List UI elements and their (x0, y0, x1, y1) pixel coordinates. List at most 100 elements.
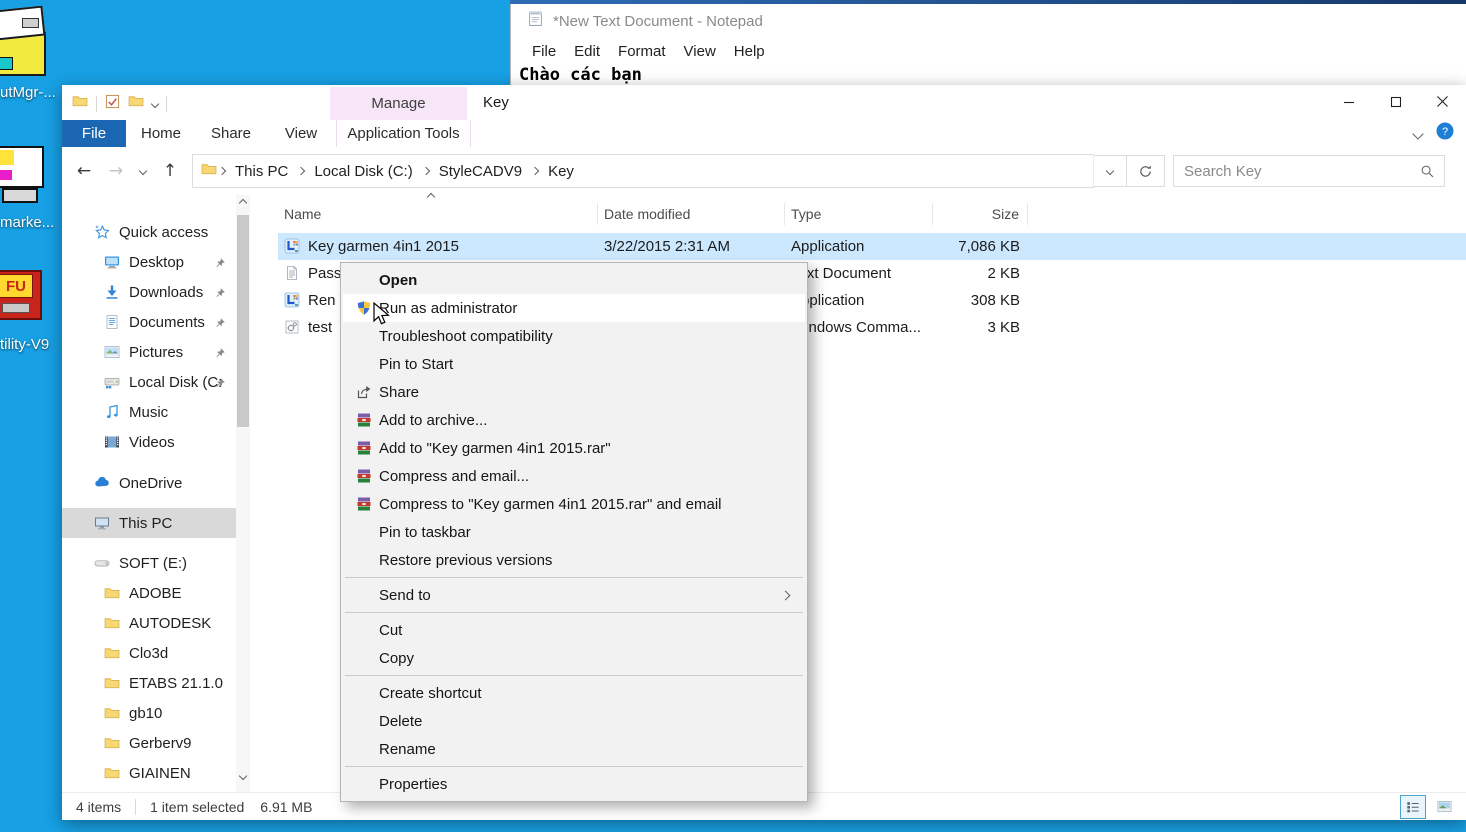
desktop-icon-marke[interactable]: marke... (0, 146, 54, 231)
file-row-key-garmen-4in1-2015[interactable]: Key garmen 4in1 2015 3/22/2015 2:31 AM App… (278, 233, 1466, 260)
video-icon (104, 434, 120, 450)
context-menu-item-open[interactable]: Open (343, 266, 805, 294)
breadcrumb-chevron-icon[interactable] (217, 166, 227, 176)
qat-checkbox-icon[interactable] (105, 94, 120, 114)
file-name: test (308, 319, 333, 336)
sidebar-item-gerberv9[interactable]: Gerberv9 (62, 728, 236, 758)
qat-folder-icon[interactable] (72, 93, 88, 114)
context-menu-item-share[interactable]: Share (343, 378, 805, 406)
sidebar-item-quick-access[interactable]: Quick access (62, 217, 236, 247)
back-arrow-icon[interactable]: ← (68, 161, 100, 181)
desktop-icon-tility-v9[interactable]: FU tility-V9 (0, 270, 49, 353)
recent-dropdown-chevron-icon[interactable] (138, 166, 148, 176)
context-menu-item-delete[interactable]: Delete (343, 707, 805, 735)
sidebar-item-local-disk-c[interactable]: Local Disk (C: (62, 367, 236, 397)
context-menu-item-rename[interactable]: Rename (343, 735, 805, 763)
sidebar-item-adobe[interactable]: ADOBE (62, 578, 236, 608)
context-menu-item-send-to[interactable]: Send to (343, 581, 805, 609)
scrollbar-thumb[interactable] (237, 215, 249, 427)
sidebar-item-giainen[interactable]: GIAINEN (62, 758, 236, 788)
breadcrumb-item-stylecadv9[interactable]: StyleCADV9 (431, 163, 530, 180)
breadcrumb-chevron-icon[interactable] (530, 166, 540, 176)
tab-file[interactable]: File (62, 120, 126, 147)
notepad-menu-edit[interactable]: Edit (565, 41, 609, 62)
expand-ribbon-chevron-icon[interactable] (1412, 127, 1424, 140)
sidebar-item-music[interactable]: Music (62, 397, 236, 427)
customize-dropdown-icon[interactable] (150, 99, 160, 108)
notepad-text[interactable]: Chào các bạn (511, 64, 1466, 85)
tab-view[interactable]: View (266, 120, 336, 147)
context-menu-item-create-shortcut[interactable]: Create shortcut (343, 679, 805, 707)
context-menu-item-add-to-archive[interactable]: Add to archive... (343, 406, 805, 434)
context-menu-item-run-as-administrator[interactable]: Run as administrator (343, 294, 805, 322)
sidebar-scrollbar[interactable] (236, 195, 250, 793)
column-header-name[interactable]: Name (278, 192, 598, 225)
column-header-date-modified[interactable]: Date modified (598, 203, 785, 225)
tab-home[interactable]: Home (126, 120, 196, 147)
context-menu-item-pin-to-start[interactable]: Pin to Start (343, 350, 805, 378)
context-menu-item-properties[interactable]: Properties (343, 770, 805, 798)
scrollbar-up-icon[interactable] (236, 195, 250, 211)
menu-separator (345, 766, 803, 767)
column-header-type[interactable]: Type (785, 203, 933, 225)
sidebar-item-this-pc[interactable]: This PC (62, 508, 236, 538)
ribbon-tabs: File Home Share View Application Tools (62, 120, 471, 147)
tab-application-tools[interactable]: Application Tools (336, 120, 471, 147)
scrollbar-down-icon[interactable] (236, 771, 250, 781)
explorer-titlebar[interactable]: Manage Key (62, 85, 1466, 120)
context-menu-item-compress-to-key-garmen-4in1-2015-rar-and-email[interactable]: Compress to "Key garmen 4in1 2015.rar" a… (343, 490, 805, 518)
help-icon[interactable]: ? (1436, 122, 1454, 145)
breadcrumb-chevron-icon[interactable] (421, 166, 430, 176)
folder-icon (104, 705, 120, 721)
notepad-menu-help[interactable]: Help (725, 41, 774, 62)
sidebar-item-clo3d[interactable]: Clo3d (62, 638, 236, 668)
context-menu-item-cut[interactable]: Cut (343, 616, 805, 644)
breadcrumb-item-this-pc[interactable]: This PC (227, 163, 296, 180)
breadcrumb-chevron-icon[interactable] (297, 166, 306, 176)
sidebar-item-gb10[interactable]: gb10 (62, 698, 236, 728)
maximize-button[interactable] (1372, 85, 1419, 118)
context-menu-item-compress-and-email[interactable]: Compress and email... (343, 462, 805, 490)
sidebar-item-pictures[interactable]: Pictures (62, 337, 236, 367)
column-header-size[interactable]: Size (933, 203, 1028, 225)
context-menu-item-restore-previous-versions[interactable]: Restore previous versions (343, 546, 805, 574)
sidebar-item-onedrive[interactable]: OneDrive (62, 468, 236, 498)
details-view-button[interactable] (1400, 794, 1426, 819)
qat-folder-icon[interactable] (128, 93, 144, 114)
menu-icon-gutter (351, 271, 377, 289)
sidebar-item-etabs-21-1-0[interactable]: ETABS 21.1.0 (62, 668, 236, 698)
up-arrow-icon[interactable]: ↑ (154, 161, 186, 181)
sidebar-item-autodesk[interactable]: AUTODESK (62, 608, 236, 638)
notepad-menu-format[interactable]: Format (609, 41, 675, 62)
sidebar-item-desktop[interactable]: Desktop (62, 247, 236, 277)
breadcrumb-item-key[interactable]: Key (540, 163, 582, 180)
tab-share[interactable]: Share (196, 120, 266, 147)
magnifier-icon[interactable] (1410, 164, 1444, 179)
context-menu-item-troubleshoot-compatibility[interactable]: Troubleshoot compatibility (343, 322, 805, 350)
sidebar-item-soft-e[interactable]: SOFT (E:) (62, 548, 236, 578)
notepad-titlebar[interactable]: *New Text Document - Notepad (511, 4, 1466, 38)
forward-arrow-icon[interactable]: → (100, 161, 132, 181)
context-menu-item-pin-to-taskbar[interactable]: Pin to taskbar (343, 518, 805, 546)
notepad-menu-file[interactable]: File (523, 41, 565, 62)
winrar-icon (351, 467, 377, 485)
context-menu-item-copy[interactable]: Copy (343, 644, 805, 672)
menu-icon-gutter (351, 775, 377, 793)
close-button[interactable] (1419, 85, 1466, 118)
breadcrumb-item-local-disk-c[interactable]: Local Disk (C:) (306, 163, 420, 180)
search-input[interactable] (1174, 161, 1410, 181)
notepad-menu-view[interactable]: View (675, 41, 725, 62)
large-icons-view-button[interactable] (1431, 795, 1457, 819)
sidebar-item-videos[interactable]: Videos (62, 427, 236, 457)
desktop-icon-utmgr[interactable]: utMgr-... (0, 5, 56, 101)
sidebar-item-documents[interactable]: Documents (62, 307, 236, 337)
sidebar-item-label: ADOBE (129, 584, 182, 602)
manage-contextual-tab[interactable]: Manage (330, 87, 467, 120)
context-menu-item-add-to-key-garmen-4in1-2015-rar[interactable]: Add to "Key garmen 4in1 2015.rar" (343, 434, 805, 462)
view-toggles (1400, 794, 1466, 819)
sidebar-item-downloads[interactable]: Downloads (62, 277, 236, 307)
refresh-button[interactable] (1127, 155, 1165, 187)
address-dropdown-chevron-icon[interactable] (1093, 155, 1127, 187)
address-bar[interactable]: This PC Local Disk (C:) StyleCADV9 Key (192, 154, 1094, 188)
minimize-button[interactable] (1325, 85, 1372, 118)
